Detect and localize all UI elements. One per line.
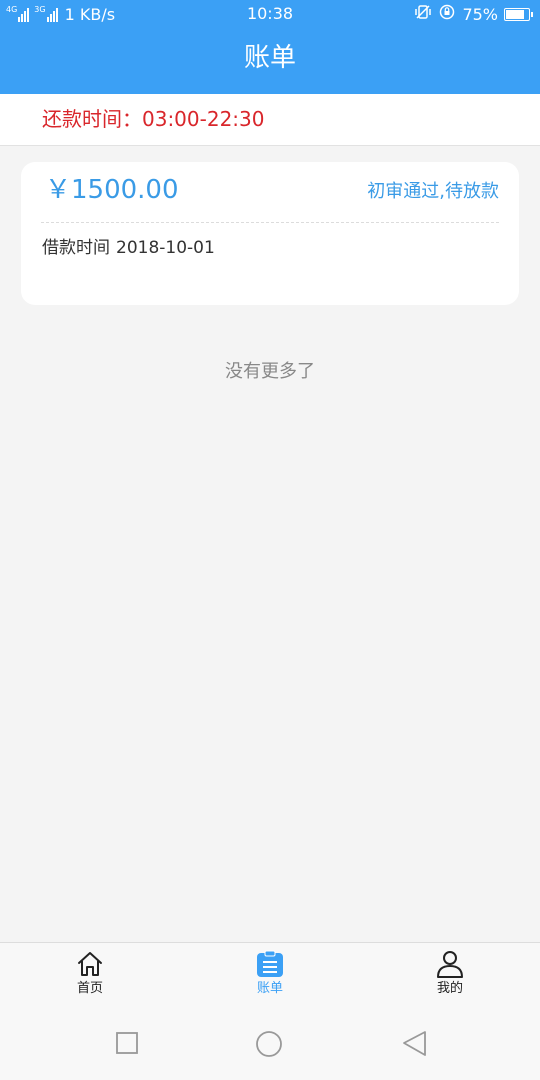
battery-icon [504, 7, 533, 21]
vibrate-icon [414, 4, 432, 24]
battery-percent: 75% [462, 4, 498, 24]
tab-home[interactable]: 首页 [0, 943, 180, 1003]
status-right: 75% [414, 4, 533, 24]
tab-mine[interactable]: 我的 [360, 943, 540, 1003]
status-bar: 4G 3G 1 KB/s 10:38 75% [0, 0, 540, 28]
app-screen: 4G 3G 1 KB/s 10:38 75% 账单 还款时间：03:00-22:… [0, 0, 540, 1080]
rotation-lock-icon [438, 4, 456, 24]
page-title: 账单 [243, 43, 296, 73]
list-end-text: 没有更多了 [225, 361, 315, 382]
tab-mine-label: 我的 [436, 981, 463, 996]
bill-date-label: 借款时间 [42, 238, 110, 258]
tab-bill[interactable]: 账单 [180, 943, 360, 1003]
back-icon[interactable] [402, 1030, 430, 1058]
bill-card[interactable]: ￥1500.00 初审通过,待放款 借款时间 2018-10-01 [21, 162, 519, 305]
repayment-time-bar: 还款时间：03:00-22:30 [0, 94, 540, 146]
bill-icon [256, 950, 284, 978]
home-icon [76, 950, 104, 978]
home-circle-icon[interactable] [255, 1030, 283, 1058]
bill-date: 借款时间 2018-10-01 [42, 234, 215, 262]
header: 4G 3G 1 KB/s 10:38 75% 账单 [0, 0, 540, 94]
bill-date-value: 2018-10-01 [116, 238, 215, 258]
repayment-time-text: 还款时间：03:00-22:30 [42, 107, 265, 131]
bill-amount: ￥1500.00 [45, 175, 179, 205]
bill-status: 初审通过,待放款 [367, 181, 499, 202]
tab-bill-label: 账单 [256, 981, 283, 996]
tab-home-label: 首页 [76, 981, 103, 996]
tab-bar: 首页 账单 我的 [0, 942, 540, 1002]
system-nav-bar [0, 1002, 540, 1080]
user-icon [436, 950, 464, 978]
recent-apps-icon[interactable] [114, 1030, 142, 1058]
bill-divider [41, 222, 499, 223]
